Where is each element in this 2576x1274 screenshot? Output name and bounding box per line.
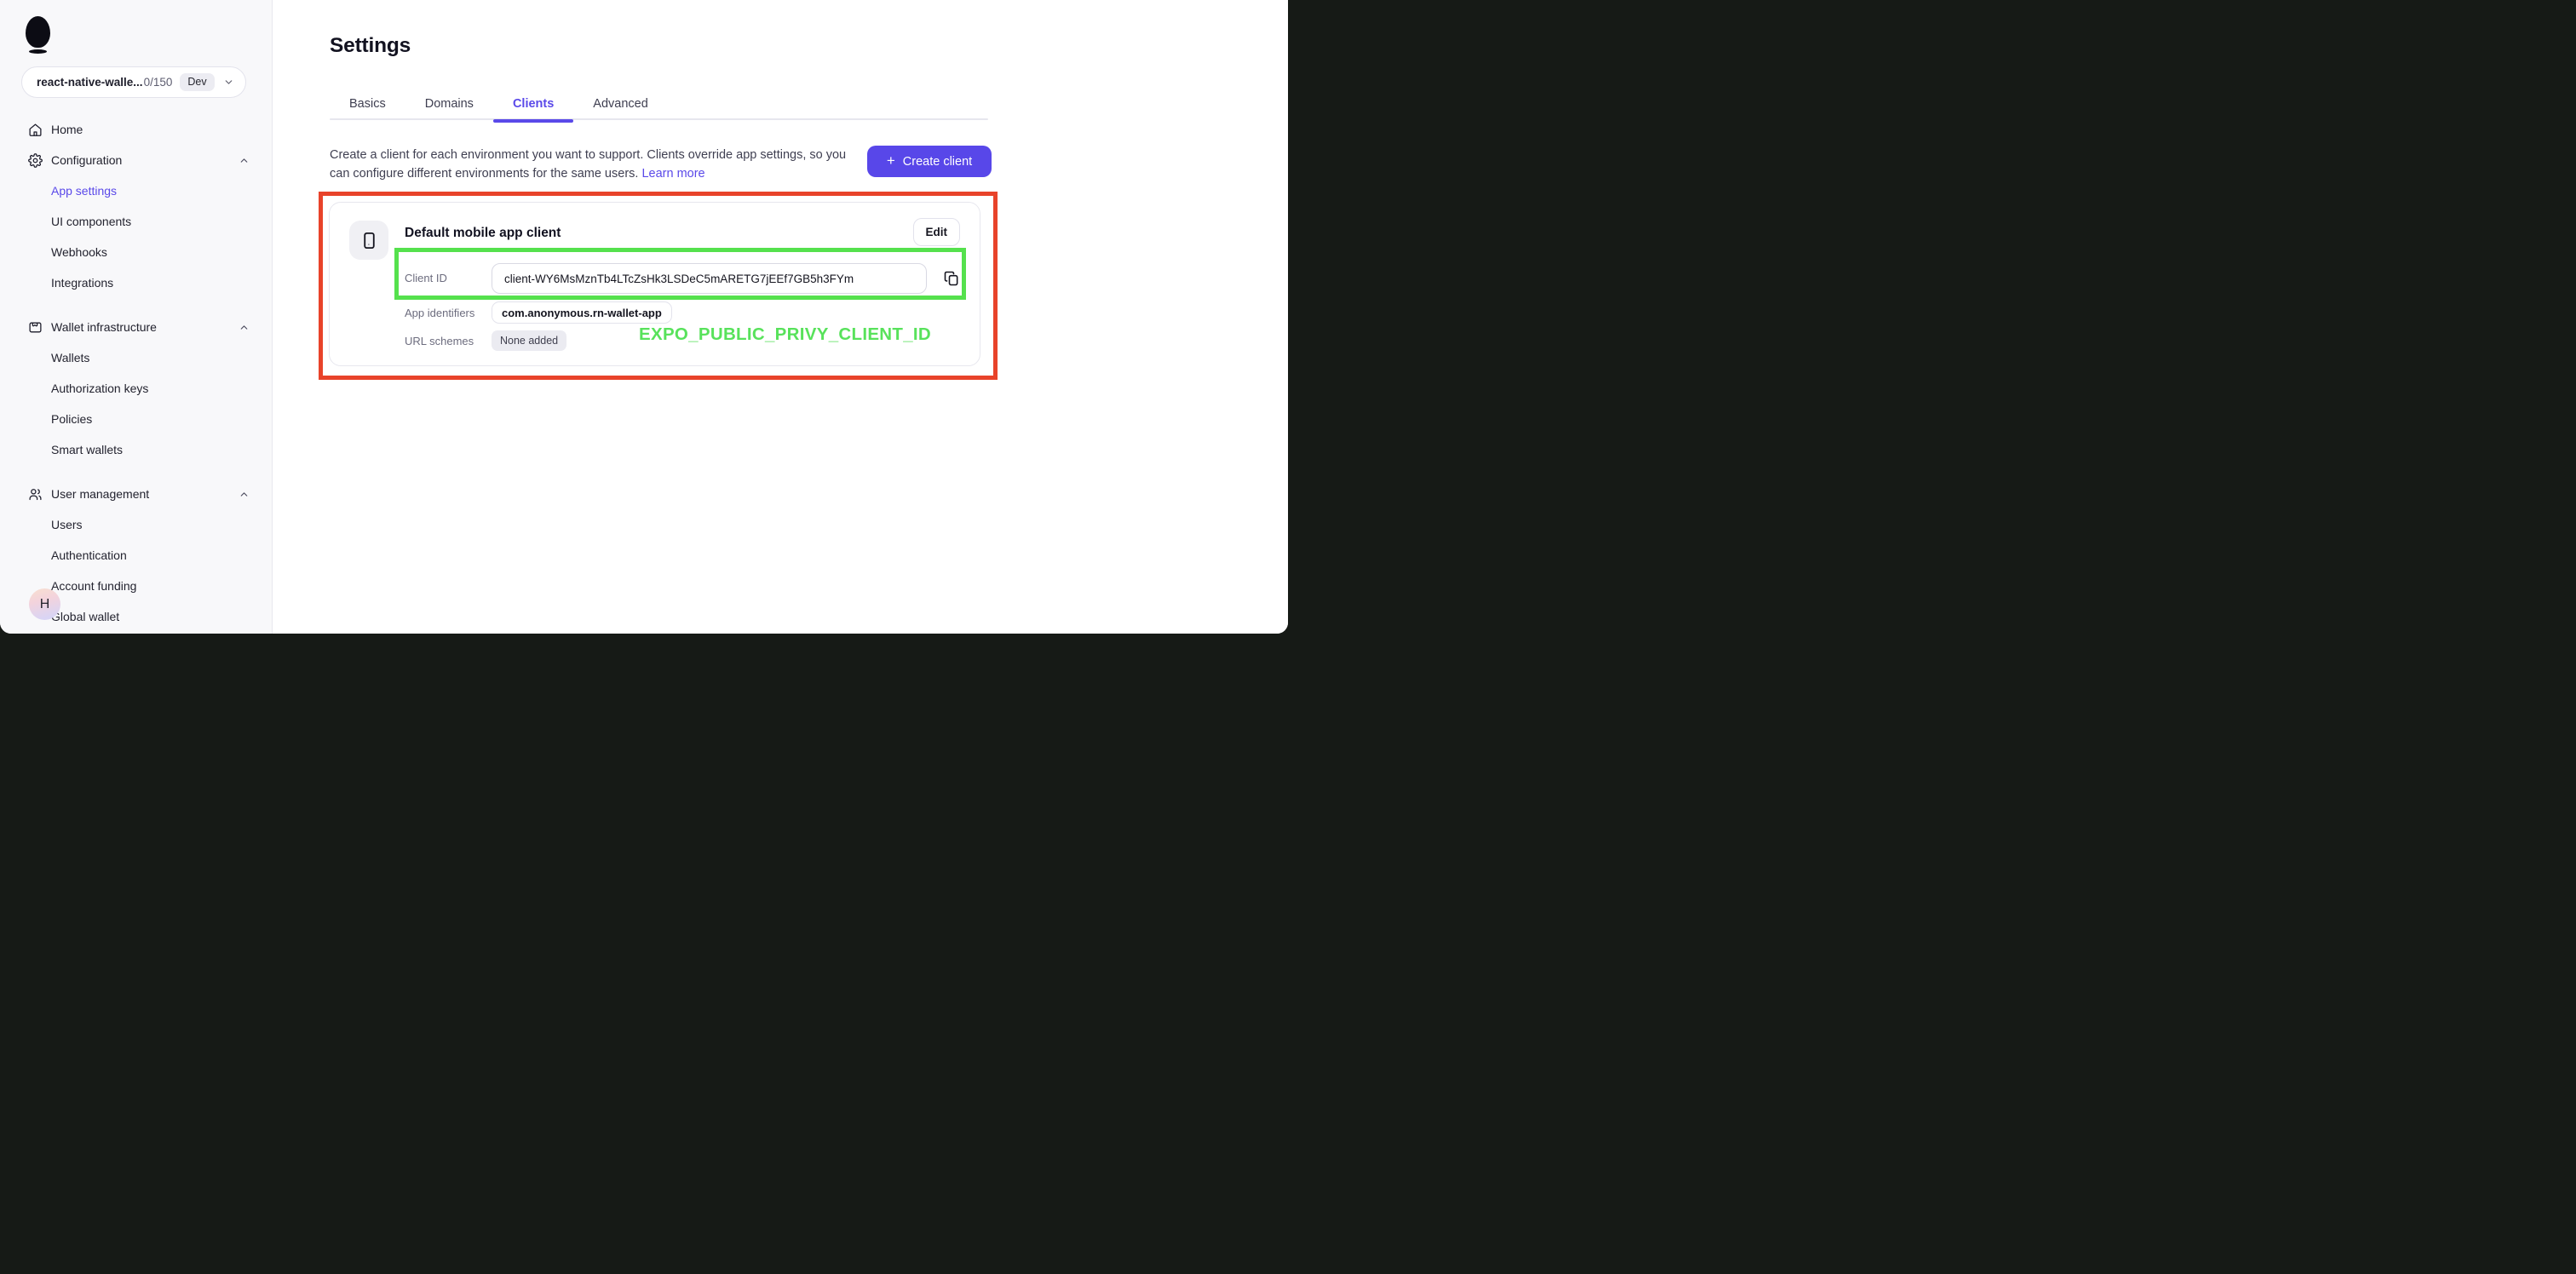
wallet-icon [28,320,43,335]
privy-logo-egg [26,16,50,48]
sidebar-item-label: Authentication [51,548,127,562]
privy-logo-base [29,49,47,54]
sidebar-item-wallet-infrastructure[interactable]: Wallet infrastructure [0,312,272,342]
chevron-up-icon [239,155,250,166]
sidebar-item-app-settings[interactable]: App settings [0,175,272,206]
url-schemes-chip: None added [492,330,566,351]
sidebar-item-home[interactable]: Home [0,114,272,145]
app-identifiers-label: App identifiers [405,307,474,319]
sidebar-nav: Home Configuration App settings UI compo… [0,114,272,632]
sidebar-item-authorization-keys[interactable]: Authorization keys [0,373,272,404]
sidebar-item-configuration[interactable]: Configuration [0,145,272,175]
client-card-title: Default mobile app client [405,226,561,241]
sidebar-item-label: Home [51,123,83,136]
tab-label: Clients [513,97,554,111]
sidebar-item-label: App settings [51,184,117,198]
sidebar-item-label: Policies [51,412,92,426]
create-client-button[interactable]: + Create client [867,146,992,177]
sidebar-item-policies[interactable]: Policies [0,404,272,434]
mobile-device-icon [349,221,388,260]
sidebar-item-label: Integrations [51,276,113,290]
learn-more-link[interactable]: Learn more [641,167,704,181]
create-client-label: Create client [903,155,972,169]
environment-badge: Dev [180,73,214,91]
clients-description-text: Create a client for each environment you… [330,148,846,181]
tab-label: Domains [425,97,474,111]
workspace-usage: 0/150 [144,76,173,89]
page-title: Settings [330,34,411,58]
home-icon [28,123,43,137]
chevron-down-icon [223,77,234,88]
settings-tabs: Basics Domains Clients Advanced [330,89,668,119]
client-id-label: Client ID [405,272,447,284]
privy-logo [26,16,51,54]
sidebar-item-integrations[interactable]: Integrations [0,267,272,298]
sidebar-item-label: Authorization keys [51,382,148,395]
sidebar-item-authentication[interactable]: Authentication [0,540,272,571]
tab-basics[interactable]: Basics [330,89,405,119]
nav-section-gap [0,465,272,479]
sidebar-item-user-management[interactable]: User management [0,479,272,509]
clients-description: Create a client for each environment you… [330,146,848,183]
sidebar-item-label: User management [51,487,149,501]
sidebar-item-label: Wallets [51,351,89,364]
sidebar-item-label: Wallet infrastructure [51,320,157,334]
gear-icon [28,153,43,168]
sidebar-item-label: Account funding [51,579,136,593]
tab-clients[interactable]: Clients [493,89,573,119]
tab-label: Advanced [593,97,648,111]
app-identifier-chip: com.anonymous.rn-wallet-app [492,301,672,324]
sidebar-item-label: Users [51,518,83,531]
tab-advanced[interactable]: Advanced [573,89,668,119]
user-avatar[interactable]: H [29,588,60,620]
plus-icon: + [887,152,895,169]
workspace-name: react-native-walle... [37,76,143,89]
sidebar: react-native-walle... 0/150 Dev Home Con… [0,0,273,634]
sidebar-item-wallets[interactable]: Wallets [0,342,272,373]
edit-client-button[interactable]: Edit [913,218,961,246]
url-schemes-label: URL schemes [405,335,474,347]
chevron-up-icon [239,322,250,333]
tab-domains[interactable]: Domains [405,89,493,119]
sidebar-item-users[interactable]: Users [0,509,272,540]
app-window: react-native-walle... 0/150 Dev Home Con… [0,0,1288,634]
chevron-up-icon [239,489,250,500]
avatar-initial: H [40,597,50,612]
sidebar-item-label: UI components [51,215,131,228]
sidebar-item-ui-components[interactable]: UI components [0,206,272,237]
sidebar-item-smart-wallets[interactable]: Smart wallets [0,434,272,465]
nav-section-gap [0,298,272,312]
tab-label: Basics [349,97,386,111]
client-id-input[interactable] [492,263,927,294]
copy-icon[interactable] [943,270,962,289]
users-icon [28,487,43,502]
sidebar-item-label: Configuration [51,153,122,167]
workspace-selector[interactable]: react-native-walle... 0/150 Dev [21,66,246,98]
sidebar-item-label: Global wallet [51,610,119,623]
main-content: Settings Basics Domains Clients Advanced… [273,0,1288,634]
sidebar-item-webhooks[interactable]: Webhooks [0,237,272,267]
client-card: Default mobile app client Edit Client ID… [329,202,980,366]
sidebar-item-label: Webhooks [51,245,107,259]
sidebar-item-label: Smart wallets [51,443,123,456]
